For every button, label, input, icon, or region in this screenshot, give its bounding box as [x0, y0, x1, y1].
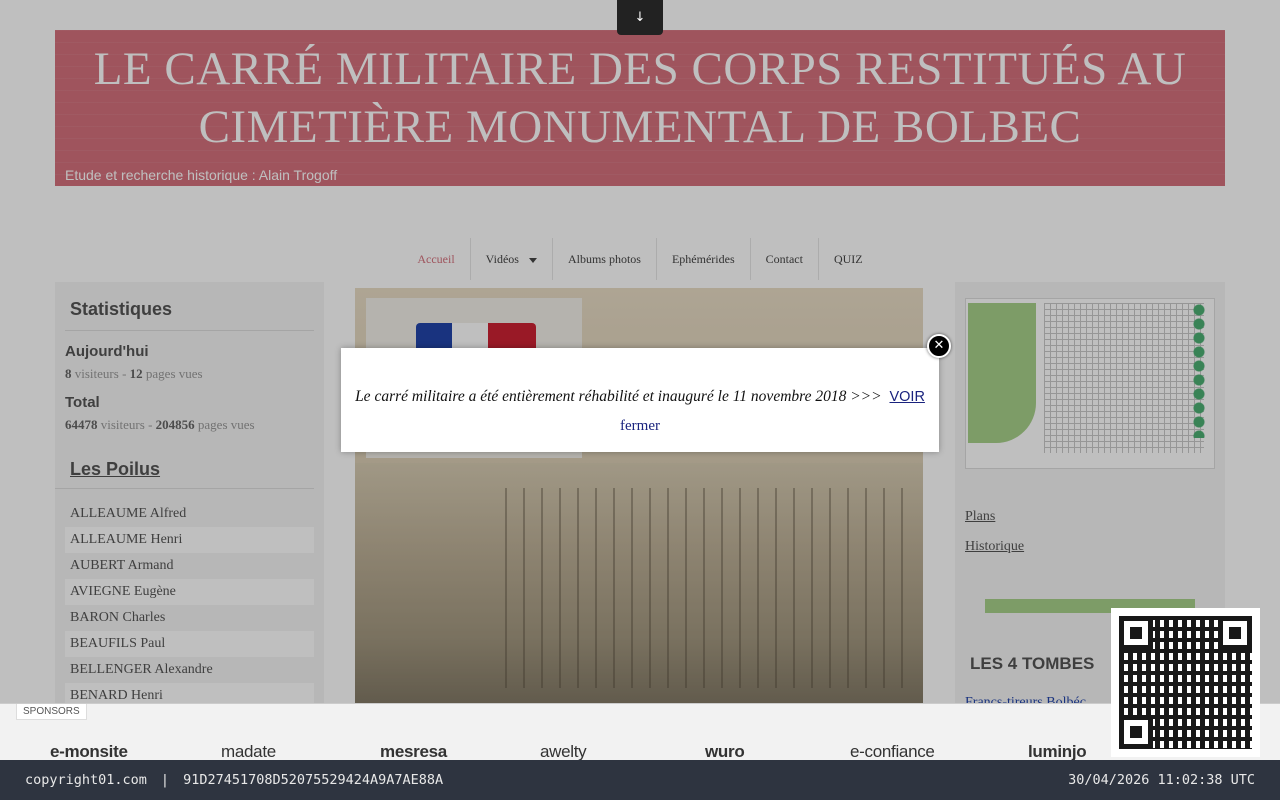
download-tab[interactable]: ↓ — [617, 0, 663, 35]
copyright-hash: 91D27451708D52075529424A9A7AE88A — [183, 772, 444, 788]
voir-link[interactable]: VOIR — [889, 389, 924, 405]
copyright-site: copyright01.com — [25, 772, 147, 788]
footer-separator: | — [160, 772, 170, 788]
qr-finder — [1119, 616, 1153, 650]
footer-left: copyright01.com | 91D27451708D52075529424A… — [25, 760, 443, 800]
sponsor-logo[interactable]: madate — [221, 742, 276, 762]
modal-message-text: Le carré militaire a été entièrement réh… — [355, 388, 882, 405]
sponsor-logo[interactable]: awelty — [540, 742, 587, 762]
modal-message: Le carré militaire a été entièrement réh… — [341, 388, 939, 406]
download-arrow-icon: ↓ — [634, 10, 646, 25]
sponsor-logo[interactable]: e-confiance — [850, 742, 935, 762]
footer-timestamp: 30/04/2026 11:02:38 UTC — [1068, 772, 1255, 788]
qr-finder — [1119, 715, 1153, 749]
sponsor-logo[interactable]: e-monsite — [50, 742, 128, 762]
sponsor-logo[interactable]: wuro — [705, 742, 745, 762]
sponsors-label: SPONSORS — [16, 704, 87, 720]
fermer-link[interactable]: fermer — [341, 418, 939, 435]
qr-pattern — [1119, 616, 1252, 749]
sponsor-logo[interactable]: mesresa — [380, 742, 447, 762]
close-icon[interactable]: ✕ — [927, 334, 951, 358]
announcement-modal: Le carré militaire a été entièrement réh… — [341, 348, 939, 452]
qr-code-icon — [1111, 608, 1260, 757]
copyright-footer: copyright01.com | 91D27451708D52075529424A… — [0, 760, 1280, 800]
sponsors-bar: SPONSORS e-monsite madate mesresa awelty… — [0, 703, 1280, 762]
qr-finder — [1218, 616, 1252, 650]
sponsor-logo[interactable]: luminjo — [1028, 742, 1087, 762]
